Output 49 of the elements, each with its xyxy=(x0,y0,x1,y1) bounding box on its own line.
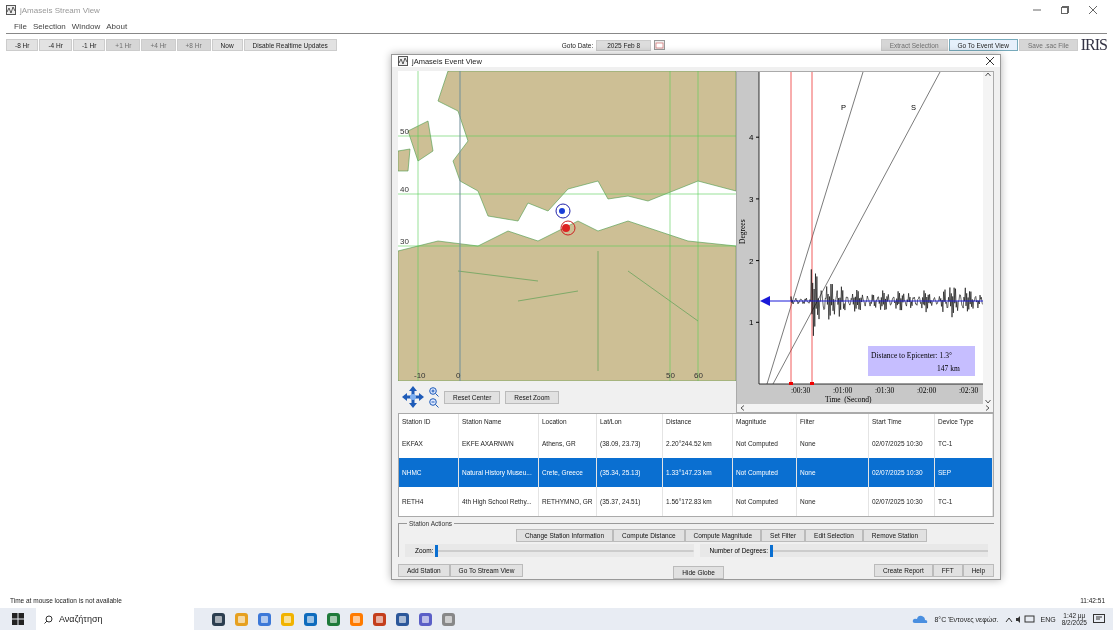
pan-arrows-icon[interactable] xyxy=(402,386,424,408)
latitude-label: 50 xyxy=(400,127,409,136)
logo: IRIS xyxy=(1080,36,1107,54)
tray-icons[interactable] xyxy=(1004,614,1035,624)
zoom-out-icon[interactable] xyxy=(429,397,439,408)
horizontal-scrollbar[interactable] xyxy=(737,404,993,412)
menu-item[interactable]: About xyxy=(106,22,128,31)
calendar-icon[interactable] xyxy=(654,40,666,50)
app-icon xyxy=(6,5,16,15)
cloud-icon xyxy=(912,614,929,624)
close-icon[interactable] xyxy=(986,57,994,65)
slider-thumb[interactable] xyxy=(770,544,774,557)
taskbar-app-icon[interactable] xyxy=(419,612,432,626)
map-drawing[interactable]: 50 40 30 -10 0 50 60 xyxy=(398,71,736,381)
y-tick-label: 3 xyxy=(749,194,754,204)
window-title: jAmaseis Stream View xyxy=(20,5,100,15)
longitude-label: -10 xyxy=(414,371,426,380)
latitude-label: 30 xyxy=(400,237,409,246)
longitude-label: 0 xyxy=(456,371,461,380)
vertical-scrollbar[interactable] xyxy=(983,72,993,404)
pick-marker[interactable] xyxy=(789,72,793,385)
notification-icon[interactable] xyxy=(1093,613,1105,625)
longitude-label: 50 xyxy=(666,371,675,380)
zoom-in-icon[interactable] xyxy=(429,386,439,397)
taskbar-app-icon[interactable] xyxy=(327,612,340,626)
longitude-label: 60 xyxy=(694,371,703,380)
windows-logo-icon[interactable] xyxy=(12,613,24,625)
taskbar-app-icon[interactable] xyxy=(212,612,225,626)
menu-item[interactable]: Selection xyxy=(32,22,66,31)
taskbar-app-icon[interactable] xyxy=(373,612,386,626)
search-icon xyxy=(44,614,53,624)
taskbar-app-icon[interactable] xyxy=(396,612,409,626)
pick-marker[interactable] xyxy=(810,72,814,385)
menu-item[interactable]: File xyxy=(14,22,27,31)
scroll-right-icon[interactable] xyxy=(985,405,990,411)
y-tick-label: 1 xyxy=(749,318,754,328)
y-tick-label: 2 xyxy=(749,256,754,266)
y-tick-label: 4 xyxy=(749,133,754,143)
scroll-down-icon[interactable] xyxy=(985,399,991,404)
scroll-up-icon[interactable] xyxy=(985,72,991,77)
scroll-left-icon[interactable] xyxy=(740,405,745,411)
latitude-label: 40 xyxy=(400,185,409,194)
distance-arrow[interactable] xyxy=(760,296,983,306)
close-icon[interactable] xyxy=(1089,6,1097,14)
menu-item[interactable]: Window xyxy=(71,22,101,31)
slider-thumb[interactable] xyxy=(435,544,439,557)
taskbar-app-icon[interactable] xyxy=(304,612,317,626)
search-field[interactable]: Αναζήτηση xyxy=(36,608,194,630)
maximize-icon[interactable] xyxy=(1061,6,1069,14)
